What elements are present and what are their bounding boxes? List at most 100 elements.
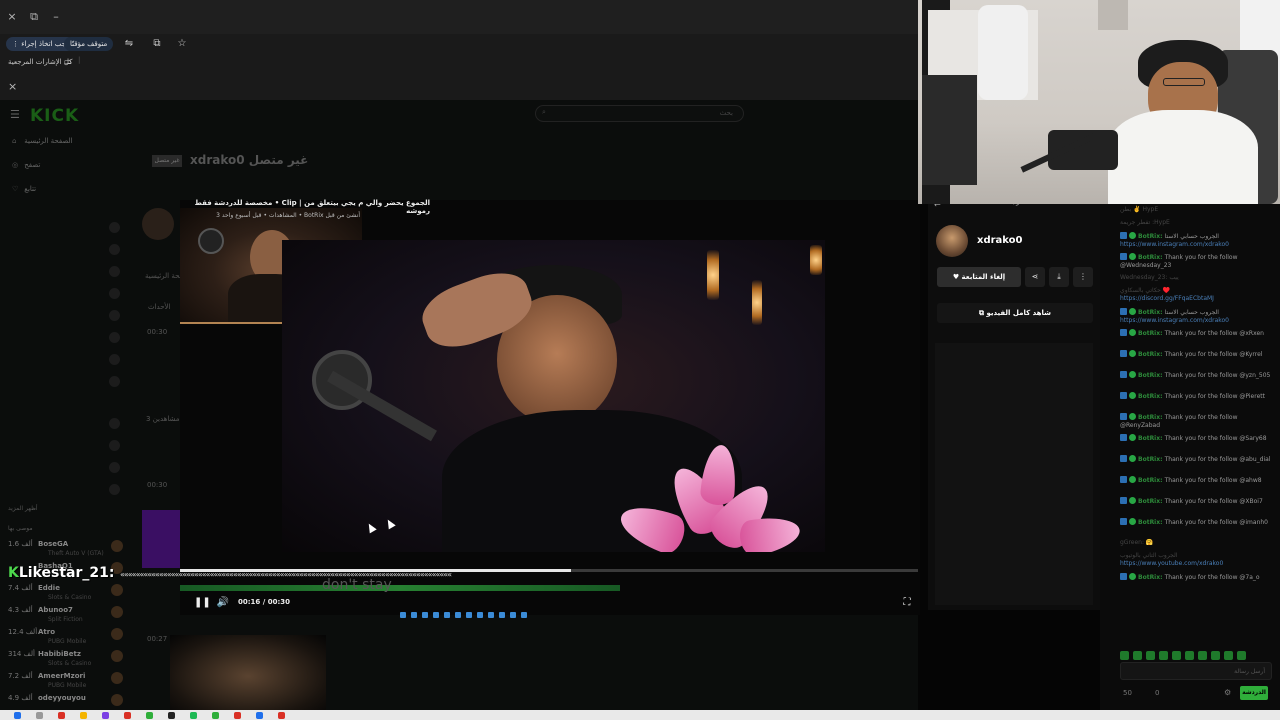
recommended-channel[interactable]: 4.3 ألف Abunoo7 Split Fiction	[8, 606, 123, 628]
app-icon[interactable]	[234, 712, 241, 719]
chat-text: Thank you for the follow @XBoi7	[1164, 498, 1263, 505]
panel-content	[935, 343, 1093, 605]
followed-channel[interactable]	[10, 266, 120, 278]
followed-channel[interactable]	[10, 462, 120, 474]
fullscreen-icon[interactable]: ⛶	[900, 596, 914, 610]
channel-avatar[interactable]	[142, 208, 174, 240]
gear-icon[interactable]: ⚙	[1224, 688, 1231, 697]
recommended-channel[interactable]: 12.4 ألف Atro PUBG Mobile	[8, 628, 123, 650]
recommended-channel[interactable]: 1.6 ألف BoseGA Theft Auto V (GTA)	[8, 540, 123, 562]
chat-link[interactable]: https://discord.gg/FFqaECbtaMJ	[1120, 295, 1214, 302]
chrome-icon[interactable]	[278, 712, 285, 719]
followed-channel[interactable]	[10, 484, 120, 496]
restore-window-icon[interactable]: ⧉	[26, 9, 42, 25]
followed-channel[interactable]	[10, 288, 120, 300]
show-more-link[interactable]: أظهر المزيد	[8, 505, 38, 512]
kick-logo[interactable]: KICK	[30, 106, 79, 126]
clip-thumbnail[interactable]	[170, 635, 326, 710]
home-tab[interactable]: فحة الرئيسية	[145, 272, 183, 280]
search-icon[interactable]	[36, 712, 43, 719]
viewer-count: 4.3 ألف	[8, 606, 33, 614]
chat-username[interactable]: BotRix:	[1138, 372, 1165, 379]
tab-search-icon[interactable]: ⧉	[150, 37, 164, 51]
bookmark-star-icon[interactable]: ☆	[175, 37, 189, 51]
followed-channel[interactable]	[10, 376, 120, 388]
chat-username[interactable]: BotRix:	[1138, 233, 1165, 240]
streamer-name[interactable]: xdrako0	[977, 235, 1023, 246]
paused-sync-button[interactable]: متوقف مؤقتًا	[64, 37, 114, 51]
chat-message: بطن ✌️ HypE	[1120, 206, 1272, 214]
app-icon[interactable]	[58, 712, 65, 719]
chat-username[interactable]: BotRix:	[1138, 309, 1165, 316]
chat-username[interactable]: BotRix:	[1138, 414, 1165, 421]
streamer-avatar[interactable]	[936, 225, 968, 257]
minimize-window-icon[interactable]: –	[48, 9, 64, 25]
followed-channel[interactable]	[10, 310, 120, 322]
app-icon[interactable]	[146, 712, 153, 719]
app-icon[interactable]	[124, 712, 131, 719]
chat-input[interactable]: أرسل رسالة	[1120, 662, 1272, 680]
chat-points: 0	[1155, 689, 1160, 697]
followed-channel[interactable]	[10, 332, 120, 344]
spotify-icon[interactable]	[190, 712, 197, 719]
send-chat-button[interactable]: الدردشة	[1240, 686, 1268, 700]
all-bookmarks-link[interactable]: كل الإشارات المرجعية	[8, 58, 73, 66]
followed-channel[interactable]	[10, 354, 120, 366]
chat-link[interactable]: https://www.instagram.com/xdrako0	[1120, 317, 1229, 324]
events-tab[interactable]: الأحداث	[148, 303, 170, 311]
nav-following[interactable]: ♡ تتابع	[12, 185, 36, 193]
chat-overlay-username: KLikestar_21:	[8, 565, 114, 581]
recommended-channel[interactable]: 7.4 ألف Eddie Slots & Casino	[8, 584, 123, 606]
embedded-taskbar	[400, 603, 700, 618]
more-options-icon[interactable]: ⋮	[1073, 267, 1093, 287]
emote-bar[interactable]	[1120, 645, 1270, 660]
chat-username[interactable]: BotRix:	[1138, 519, 1165, 526]
pause-button[interactable]: ❚❚	[194, 596, 211, 610]
recommended-channel[interactable]: 314 ألف HabibiBetz Slots & Casino	[8, 650, 123, 672]
chat-username[interactable]: BotRix:	[1138, 393, 1165, 400]
chat-text: بطن ✌️ HypE	[1120, 206, 1159, 213]
folder-icon[interactable]	[80, 712, 87, 719]
download-icon[interactable]: ⤓	[1049, 267, 1069, 287]
followed-channel[interactable]	[10, 440, 120, 452]
chat-username[interactable]: BotRix:	[1138, 456, 1165, 463]
title-bar	[0, 0, 918, 34]
extensions-icon[interactable]: ⇋	[122, 37, 136, 51]
bot-badge-icon	[1120, 232, 1127, 239]
app-icon[interactable]	[168, 712, 175, 719]
chat-link[interactable]: https://www.instagram.com/xdrako0	[1120, 241, 1229, 248]
clip-thumbnail[interactable]	[142, 510, 180, 568]
followed-channel[interactable]	[10, 244, 120, 256]
chat-username[interactable]: BotRix:	[1138, 477, 1165, 484]
followed-channel[interactable]	[10, 418, 120, 430]
chat-link[interactable]: https://www.youtube.com/xdrako0	[1120, 560, 1223, 567]
channel-avatar	[109, 310, 120, 321]
chat-username[interactable]: BotRix:	[1138, 330, 1165, 337]
close-overlay-icon[interactable]: ×	[8, 80, 17, 93]
volume-icon[interactable]: 🔊	[216, 596, 230, 610]
chat-username[interactable]: BotRix:	[1138, 574, 1165, 581]
share-icon[interactable]: ⋖	[1025, 267, 1045, 287]
app-icon[interactable]	[102, 712, 109, 719]
chat-username[interactable]: BotRix:	[1138, 351, 1165, 358]
heart-icon: ♡	[12, 185, 19, 193]
viewer-count: 12.4 ألف	[8, 628, 38, 636]
watch-full-video-button[interactable]: ⧉ شاهد كامل الفيديو	[937, 303, 1093, 323]
chat-username[interactable]: BotRix:	[1138, 435, 1165, 442]
unfollow-button[interactable]: ♥ إلغاء المتابعة	[937, 267, 1021, 287]
verified-badge-icon	[1129, 392, 1136, 399]
start-icon[interactable]	[14, 712, 21, 719]
nav-home[interactable]: ⌂ الصفحة الرئيسية	[12, 137, 73, 145]
chat-username[interactable]: BotRix:	[1138, 254, 1165, 261]
menu-icon[interactable]: ☰	[10, 108, 20, 121]
recommended-channel[interactable]: 7.2 ألف AmeerMzori PUBG Mobile	[8, 672, 123, 694]
chat-username[interactable]: BotRix:	[1138, 498, 1165, 505]
nav-browse[interactable]: ◎ تصفح	[12, 161, 40, 169]
app-icon[interactable]	[212, 712, 219, 719]
video-frame[interactable]	[282, 240, 825, 552]
home-icon: ⌂	[12, 137, 17, 145]
app-icon[interactable]	[256, 712, 263, 719]
followed-channel[interactable]	[10, 222, 120, 234]
search-input[interactable]: بحث ⌕	[535, 105, 744, 122]
close-window-icon[interactable]: ×	[4, 9, 20, 25]
